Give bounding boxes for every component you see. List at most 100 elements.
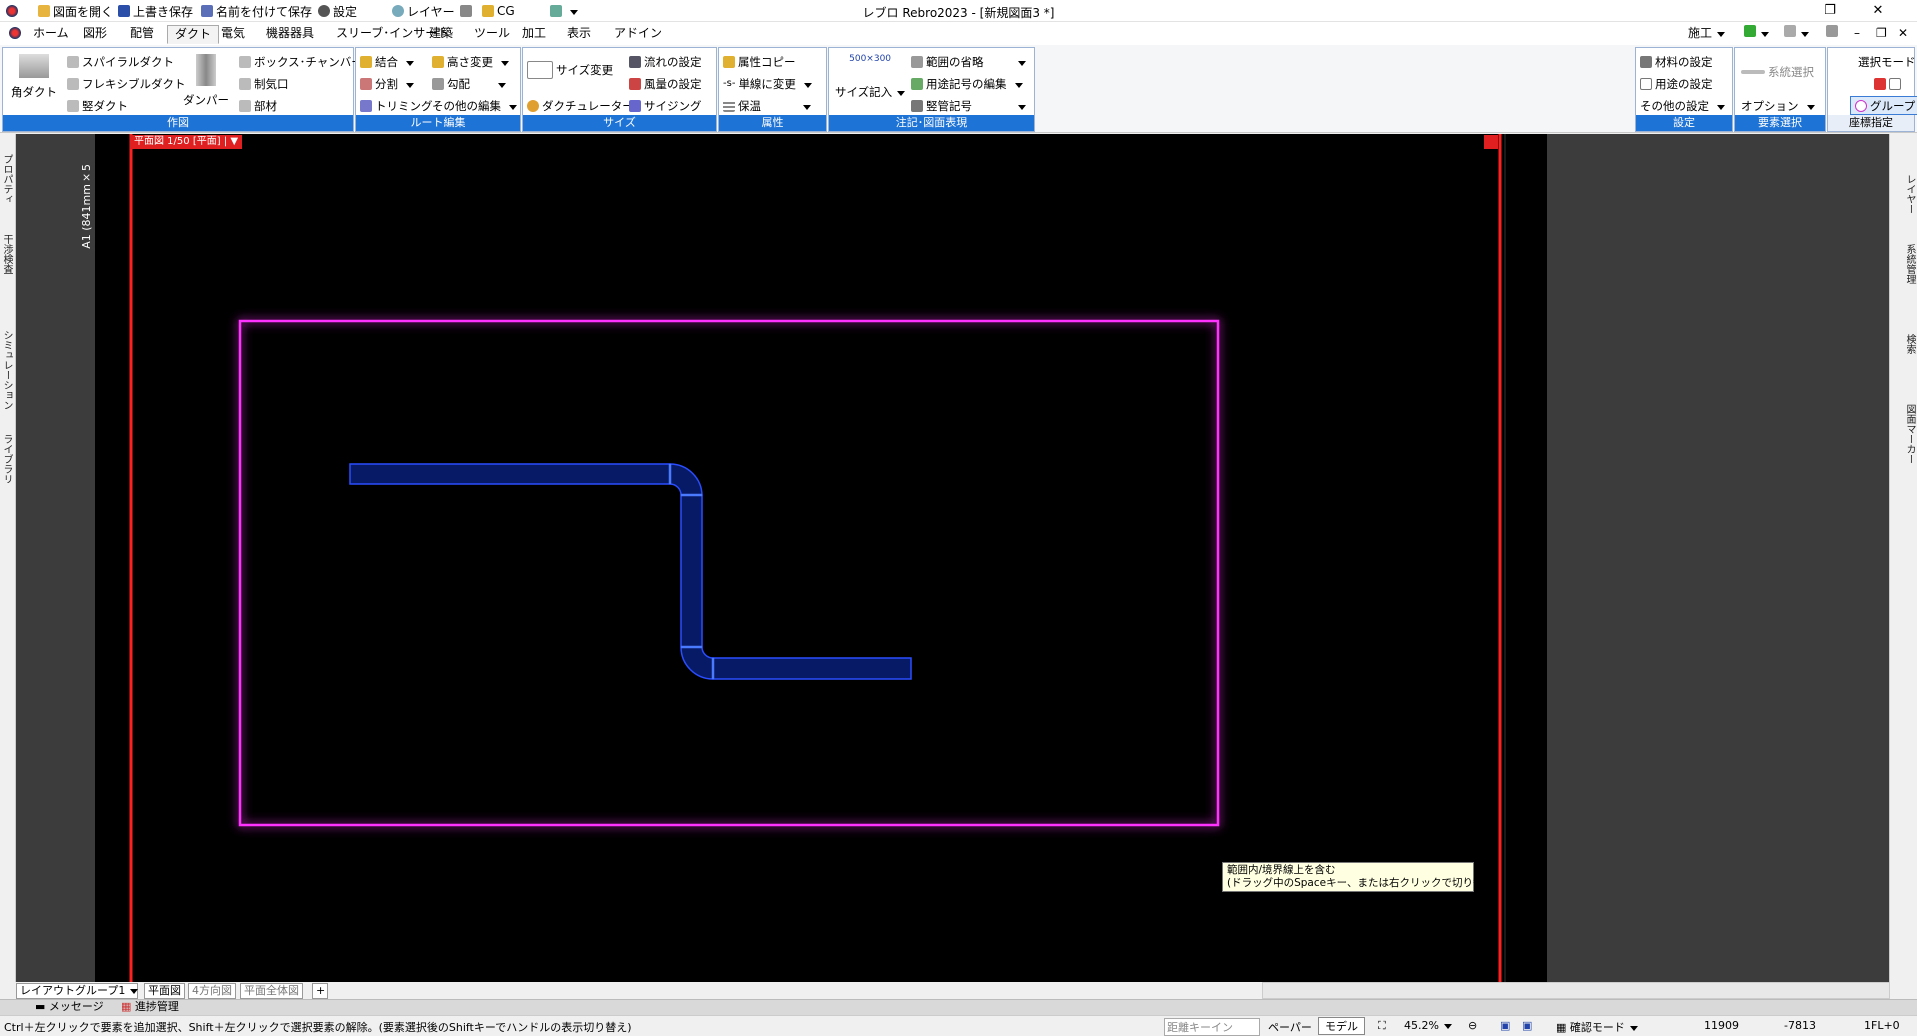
select-filter-button[interactable]: [1874, 74, 1901, 93]
zoom-dropdown[interactable]: 45.2%: [1404, 1019, 1452, 1032]
other-edit-button[interactable]: その他の編集: [432, 96, 517, 115]
tab-tools[interactable]: ツール: [467, 25, 517, 44]
ortho-toggle-button[interactable]: ▣: [1522, 1019, 1532, 1032]
tab-properties[interactable]: プロパティ: [1, 154, 14, 204]
material-setting-button[interactable]: 材料の設定: [1640, 52, 1713, 71]
select-mode-button[interactable]: 選択モード: [1858, 52, 1916, 71]
insulation-button[interactable]: 保温: [723, 96, 811, 115]
distance-keyin-field[interactable]: 距離キーイン: [1164, 1018, 1260, 1036]
new-layout-button[interactable]: +: [312, 983, 328, 999]
model-button[interactable]: モデル: [1318, 1017, 1365, 1035]
system-select-button[interactable]: 系統選択: [1741, 62, 1838, 81]
construction-dropdown[interactable]: 施工: [1688, 25, 1725, 43]
open-drawing-button[interactable]: 図面を開く: [38, 3, 113, 19]
tab-messages[interactable]: ▬ メッセージ: [32, 1000, 107, 1016]
option-button[interactable]: オプション: [1741, 96, 1815, 115]
usage-setting-button[interactable]: 用途の設定: [1640, 74, 1713, 93]
layer-button[interactable]: レイヤー: [392, 3, 455, 19]
range-omit-button[interactable]: 範囲の省略: [911, 52, 1026, 71]
overwrite-save-button[interactable]: 上書き保存: [118, 3, 193, 19]
snap-toggle-button[interactable]: ▣: [1500, 1019, 1510, 1032]
tab-plan-overview[interactable]: 平面全体図: [240, 983, 303, 999]
split-button[interactable]: 分割: [360, 74, 414, 93]
layout-group-select[interactable]: レイアウトグループ1: [16, 983, 138, 999]
mode-dropdown[interactable]: ▦ 確認モード: [1556, 1019, 1638, 1035]
save-as-button[interactable]: 名前を付けて保存: [201, 3, 312, 19]
ribbon-minimize-button[interactable]: –: [1854, 25, 1860, 43]
vertical-duct-button[interactable]: 竪ダクト: [67, 96, 128, 115]
trimming-button[interactable]: トリミング: [360, 96, 433, 115]
view-tag[interactable]: 平面図 1/50 [平面] | ▼: [130, 135, 243, 149]
tab-electric[interactable]: 電気: [214, 25, 252, 44]
zoom-out-button[interactable]: ⊖: [1468, 1019, 1477, 1032]
app-button[interactable]: [2, 25, 22, 44]
undo-button[interactable]: [1744, 25, 1769, 43]
tool-button-1[interactable]: [460, 3, 472, 19]
tab-system-management[interactable]: 系統管理: [1904, 244, 1917, 284]
tab-search[interactable]: 検索: [1904, 334, 1917, 354]
group-select-button[interactable]: グループ: [1850, 96, 1917, 115]
tab-plan[interactable]: 平面図: [144, 983, 185, 999]
tab-equipment[interactable]: 機器器具: [259, 25, 321, 44]
horizontal-scrollbar[interactable]: [1262, 982, 1890, 999]
height-change-button[interactable]: 高さ変更: [432, 52, 509, 71]
air-outlet-button[interactable]: 制気口: [239, 74, 289, 93]
duct-segment-upper[interactable]: [349, 463, 671, 485]
tab-home[interactable]: ホーム: [26, 25, 76, 44]
tab-interference-check[interactable]: 干渉検査: [1, 234, 14, 274]
tab-architecture[interactable]: 建築: [422, 25, 460, 44]
usage-symbol-button[interactable]: 用途記号の編集: [911, 74, 1023, 93]
tab-figure[interactable]: 図形: [76, 25, 114, 44]
size-change-button[interactable]: サイズ変更: [527, 60, 613, 79]
doc-restore-button[interactable]: ❐: [1876, 25, 1887, 43]
join-button[interactable]: 結合: [360, 52, 414, 71]
drawing-svg[interactable]: [95, 134, 1547, 982]
duct-route[interactable]: [349, 463, 912, 680]
doc-close-button[interactable]: ✕: [1898, 25, 1908, 43]
tab-view[interactable]: 表示: [560, 25, 598, 44]
tab-four-direction[interactable]: 4方向図: [188, 983, 236, 999]
parts-button[interactable]: 部材: [239, 96, 277, 115]
sizing-button[interactable]: サイジング: [629, 96, 702, 115]
tab-layer[interactable]: レイヤー: [1904, 174, 1917, 214]
duct-segment-vertical[interactable]: [680, 494, 703, 648]
size-entry-button[interactable]: 500×300 サイズ記入: [835, 54, 905, 100]
air-volume-button[interactable]: 風量の設定: [629, 74, 702, 93]
single-line-button[interactable]: -s- 単線に変更: [723, 74, 812, 93]
tab-addin[interactable]: アドイン: [607, 25, 669, 44]
view-maximize-button[interactable]: [1484, 135, 1498, 149]
cg-button[interactable]: CG: [482, 3, 515, 19]
quick-access-more-button[interactable]: [550, 3, 578, 19]
square-duct-button[interactable]: 角ダクト: [11, 54, 57, 100]
tab-processing[interactable]: 加工: [515, 25, 553, 44]
tab-piping[interactable]: 配管: [123, 25, 161, 44]
duct-elbow-lower[interactable]: [680, 646, 714, 680]
refresh-button[interactable]: [1826, 25, 1838, 43]
tab-duct[interactable]: ダクト: [167, 25, 220, 44]
ductulator-button[interactable]: ダクチュレーター: [527, 96, 634, 115]
slope-button[interactable]: 勾配: [432, 74, 506, 93]
duct-elbow-upper[interactable]: [669, 463, 703, 497]
flexible-duct-button[interactable]: フレキシブルダクト: [67, 74, 186, 93]
restore-button[interactable]: ❐: [1810, 0, 1850, 22]
tab-progress[interactable]: ▦ 進捗管理: [118, 1000, 182, 1016]
close-button[interactable]: ✕: [1858, 0, 1898, 22]
paper-button[interactable]: ペーパー: [1268, 1019, 1312, 1035]
drawing-sheet[interactable]: [95, 134, 1547, 982]
damper-button[interactable]: ダンパー: [183, 54, 229, 108]
flow-setting-button[interactable]: 流れの設定: [629, 52, 702, 71]
fit-view-button[interactable]: ⛶: [1378, 1019, 1386, 1033]
box-chamber-button[interactable]: ボックス･チャンバー: [239, 52, 363, 71]
duct-segment-lower[interactable]: [712, 657, 912, 680]
tab-library[interactable]: ライブラリ: [1, 434, 14, 484]
riser-symbol-button[interactable]: 竪管記号: [911, 96, 1026, 115]
attribute-copy-button[interactable]: 属性コピー: [723, 52, 796, 71]
other-setting-button[interactable]: その他の設定: [1640, 96, 1725, 115]
spiral-duct-button[interactable]: スパイラルダクト: [67, 52, 174, 71]
tab-simulation[interactable]: シミュレーション: [1, 330, 14, 410]
app-menu-button[interactable]: [6, 3, 18, 19]
settings-button[interactable]: 設定: [318, 3, 357, 19]
tab-drawing-marker[interactable]: 図面マーカー: [1904, 404, 1917, 464]
undo-icon: [1744, 25, 1756, 37]
redo-button[interactable]: [1784, 25, 1809, 43]
